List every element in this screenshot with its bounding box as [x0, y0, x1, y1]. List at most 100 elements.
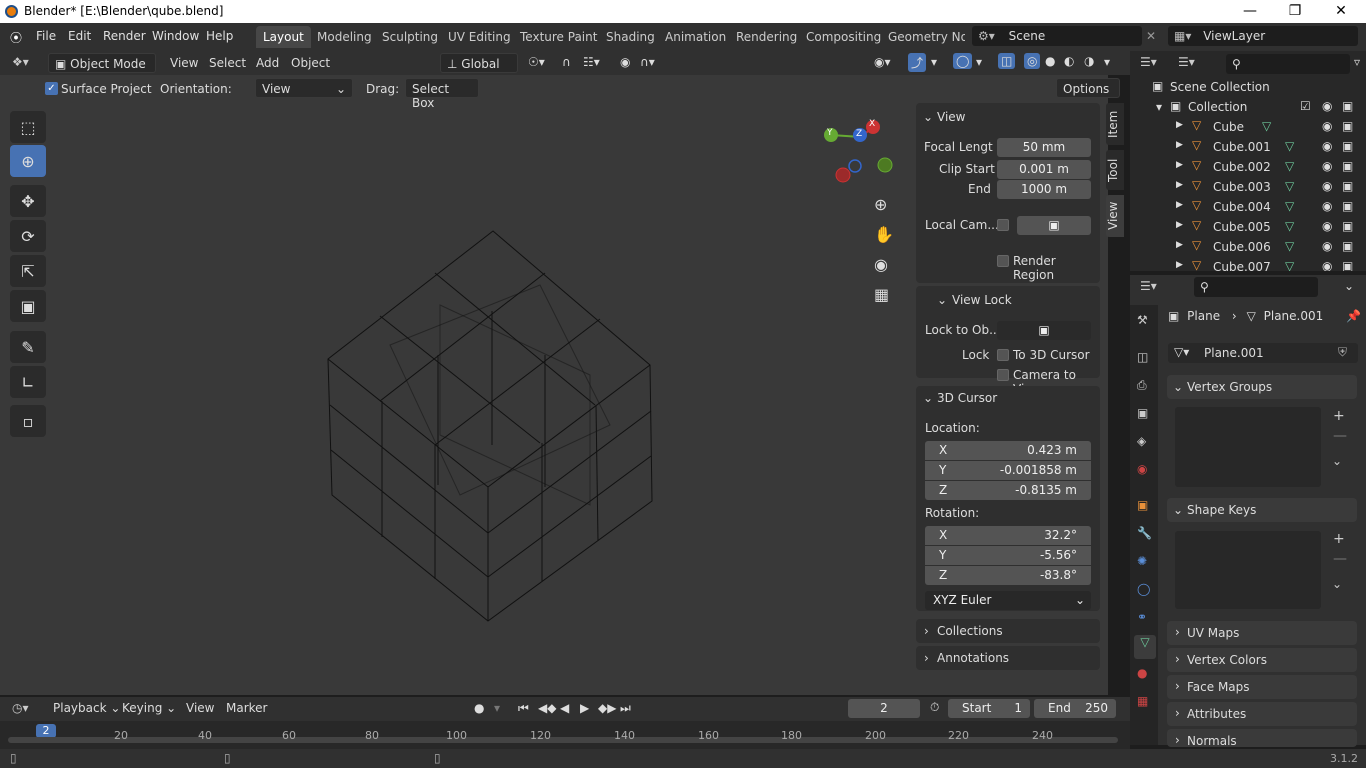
- shape-keys-list[interactable]: [1175, 531, 1321, 609]
- object-properties-icon[interactable]: ▣: [1137, 498, 1148, 512]
- expand-icon[interactable]: ▾: [1156, 100, 1162, 114]
- transform-tool-icon[interactable]: ▣: [10, 290, 46, 322]
- timeline-editor-icon[interactable]: ◷▾: [12, 701, 29, 715]
- render-region-checkbox[interactable]: [997, 255, 1009, 267]
- modifier-properties-icon[interactable]: 🔧: [1137, 526, 1152, 540]
- chevron-down-icon[interactable]: ⌄: [937, 293, 947, 307]
- outliner-editor-icon[interactable]: ☰▾: [1140, 55, 1157, 69]
- tab-sculpting[interactable]: Sculpting: [375, 26, 445, 48]
- outliner-row-cube-007[interactable]: ▶ ▽ Cube.007 ▽ ◉ ▣: [1130, 257, 1366, 271]
- vertex-group-menu-icon[interactable]: ⌄: [1332, 454, 1342, 468]
- drag-dropdown[interactable]: Select Box: [405, 78, 479, 110]
- cursor-location-y[interactable]: Y -0.001858 m: [925, 461, 1091, 480]
- expand-icon[interactable]: ▶: [1176, 160, 1183, 170]
- menu-select[interactable]: Select: [209, 56, 246, 70]
- vertex-groups-header[interactable]: ⌄ Vertex Groups: [1167, 375, 1357, 399]
- outliner-filter-mode-icon[interactable]: ☰▾: [1178, 55, 1195, 69]
- eye-icon[interactable]: ◉: [1322, 139, 1332, 153]
- current-frame-field[interactable]: 2: [848, 699, 920, 718]
- view-panel-header[interactable]: View: [937, 110, 965, 124]
- uv-maps-header[interactable]: › UV Maps: [1167, 621, 1357, 645]
- lock-to-object-field[interactable]: ▣: [997, 321, 1091, 340]
- play-icon[interactable]: ▶: [580, 701, 589, 715]
- editor-type-icon[interactable]: ❖▾: [12, 55, 29, 69]
- chevron-down-icon[interactable]: ⌄: [923, 391, 933, 405]
- eye-icon[interactable]: ◉: [1322, 159, 1332, 173]
- end-frame-field[interactable]: End 250: [1034, 699, 1116, 718]
- output-properties-icon[interactable]: ⎙: [1137, 378, 1147, 393]
- expand-icon[interactable]: ▶: [1176, 140, 1183, 150]
- 3d-cursor-header[interactable]: 3D Cursor: [937, 391, 997, 405]
- timeline-view-menu[interactable]: View: [186, 701, 214, 715]
- constraint-properties-icon[interactable]: ⚭: [1137, 610, 1147, 624]
- transform-orientation[interactable]: ⊥ Global: [440, 53, 518, 73]
- focal-length-field[interactable]: 50 mm: [997, 138, 1091, 157]
- lock-to-cursor-checkbox[interactable]: [997, 349, 1009, 361]
- prev-keyframe-icon[interactable]: ◀◆: [538, 701, 556, 715]
- restore-button[interactable]: ❐: [1285, 2, 1305, 20]
- cursor-rotation-z[interactable]: Z -83.8°: [925, 566, 1091, 585]
- properties-search-input[interactable]: ⚲: [1194, 277, 1318, 297]
- tab-layout[interactable]: Layout: [256, 26, 311, 48]
- cursor-rotation-x[interactable]: X 32.2°: [925, 526, 1091, 545]
- shading-dropdown-icon[interactable]: ▾: [1104, 55, 1110, 69]
- vertex-groups-list[interactable]: [1175, 407, 1321, 487]
- auto-keying-icon[interactable]: ●: [474, 701, 484, 715]
- attributes-header[interactable]: › Attributes: [1167, 702, 1357, 726]
- add-shape-key-icon[interactable]: +: [1333, 531, 1345, 547]
- overlay-toggle-icon[interactable]: ◯: [953, 53, 973, 69]
- chevron-down-icon[interactable]: ⌄: [923, 110, 933, 124]
- cursor-location-x[interactable]: X 0.423 m: [925, 441, 1091, 460]
- eye-icon[interactable]: ◉: [1322, 99, 1332, 113]
- scene-properties-icon[interactable]: ◈: [1137, 434, 1146, 448]
- expand-icon[interactable]: ▶: [1176, 200, 1183, 210]
- scale-tool-icon[interactable]: ⇱: [10, 255, 46, 287]
- camera-icon[interactable]: ▣: [1342, 179, 1353, 193]
- expand-icon[interactable]: ▶: [1176, 120, 1183, 130]
- normals-header[interactable]: › Normals: [1167, 729, 1357, 747]
- gizmo-toggle-icon[interactable]: ⤴: [908, 53, 927, 72]
- view-lock-header[interactable]: View Lock: [952, 293, 1012, 307]
- wireframe-shading-icon[interactable]: ◎: [1024, 53, 1041, 69]
- camera-icon[interactable]: ▣: [1342, 119, 1353, 133]
- 3d-viewport[interactable]: ✓ Surface Project Orientation: View ⌄ Dr…: [0, 75, 1120, 695]
- tab-uv-editing[interactable]: UV Editing: [441, 26, 518, 48]
- cursor-tool-icon[interactable]: ⊕: [10, 145, 46, 177]
- tab-rendering[interactable]: Rendering: [729, 26, 804, 48]
- rendered-shading-icon[interactable]: ◑: [1084, 54, 1094, 68]
- mesh-datablock-selector[interactable]: ▽▾ Plane.001 ⛨: [1168, 343, 1358, 363]
- menu-file[interactable]: File: [36, 29, 56, 43]
- material-properties-icon[interactable]: ●: [1137, 666, 1147, 680]
- camera-icon[interactable]: ▣: [1342, 219, 1353, 233]
- proportional-edit-icon[interactable]: ◉: [620, 55, 630, 69]
- viewlayer-selector[interactable]: ▦▾ ViewLayer: [1168, 26, 1358, 46]
- tab-item[interactable]: Item: [1106, 103, 1124, 145]
- measure-tool-icon[interactable]: ∟: [10, 366, 46, 398]
- camera-icon[interactable]: ▣: [1342, 139, 1353, 153]
- surface-project-checkbox[interactable]: ✓: [45, 82, 58, 95]
- camera-icon[interactable]: ▣: [1342, 159, 1353, 173]
- keying-set-icon[interactable]: ▾: [494, 701, 500, 715]
- properties-editor-icon[interactable]: ☰▾: [1140, 279, 1157, 293]
- add-cube-tool-icon[interactable]: ▫: [10, 405, 46, 437]
- checkbox-icon[interactable]: ☑: [1300, 99, 1311, 113]
- particle-properties-icon[interactable]: ✺: [1137, 554, 1147, 568]
- camera-view-icon[interactable]: ◉: [874, 255, 888, 274]
- eye-icon[interactable]: ◉: [1322, 239, 1332, 253]
- keying-menu[interactable]: Keying ⌄: [122, 701, 176, 715]
- tab-compositing[interactable]: Compositing: [799, 26, 888, 48]
- menu-object[interactable]: Object: [291, 56, 330, 70]
- camera-to-view-checkbox[interactable]: [997, 369, 1009, 381]
- menu-window[interactable]: Window: [152, 29, 199, 43]
- chevron-down-icon[interactable]: ⌄: [1344, 279, 1354, 293]
- outliner-row-scene-collection[interactable]: ▣ Scene Collection: [1130, 77, 1366, 97]
- falloff-icon[interactable]: ∩▾: [640, 55, 655, 69]
- play-reverse-icon[interactable]: ◀: [560, 701, 569, 715]
- eye-icon[interactable]: ◉: [1322, 179, 1332, 193]
- expand-icon[interactable]: ▶: [1176, 180, 1183, 190]
- eye-icon[interactable]: ◉: [1322, 119, 1332, 133]
- cursor-rotation-y[interactable]: Y -5.56°: [925, 546, 1091, 565]
- zoom-icon[interactable]: ⊕: [874, 195, 887, 214]
- world-properties-icon[interactable]: ◉: [1137, 462, 1147, 476]
- camera-icon[interactable]: ▣: [1342, 259, 1353, 271]
